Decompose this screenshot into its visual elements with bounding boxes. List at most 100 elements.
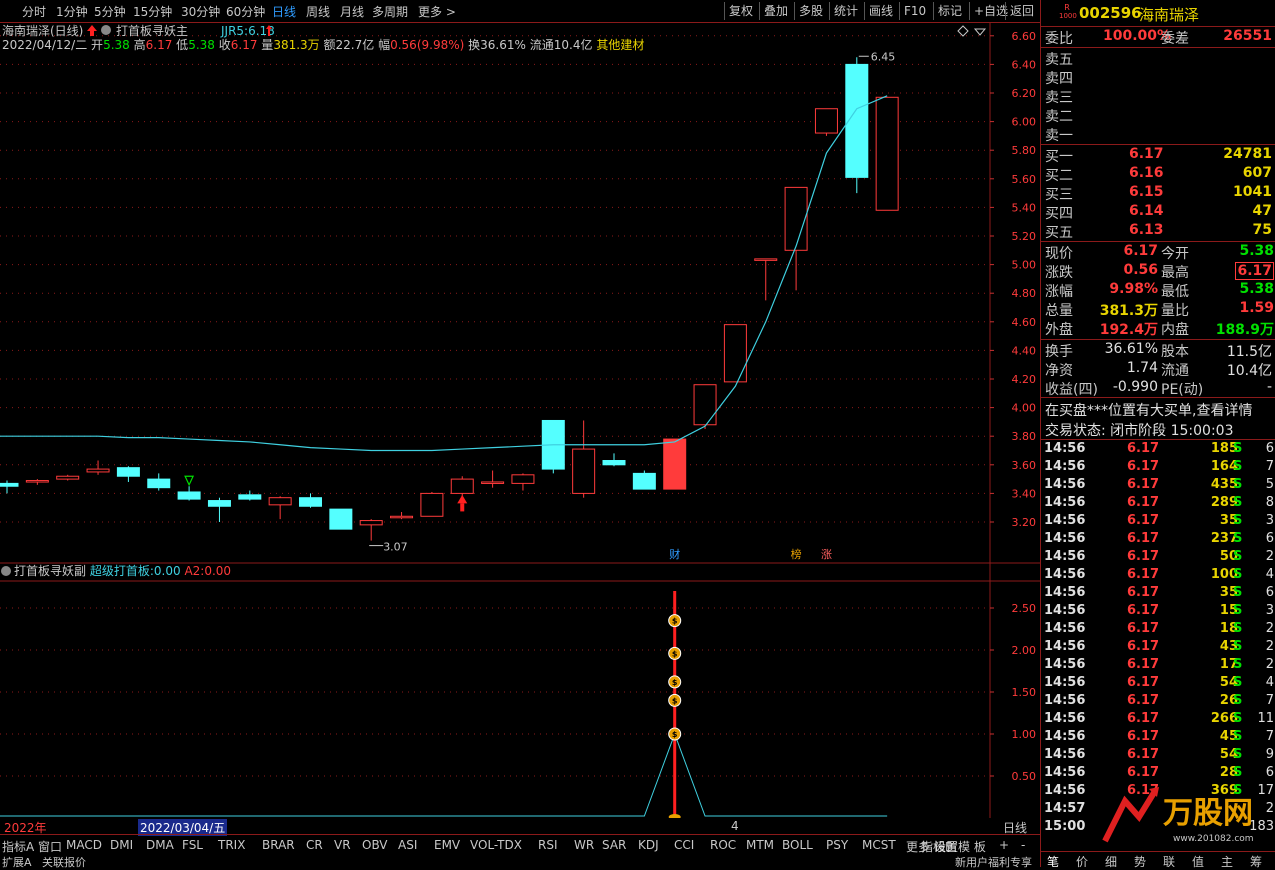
- detail-tab-6[interactable]: 主: [1221, 853, 1233, 870]
- detail-tab-0[interactable]: 笔: [1047, 853, 1059, 870]
- indicator-tab-5[interactable]: FSL: [182, 838, 203, 852]
- indicator-tab-17[interactable]: KDJ: [638, 838, 659, 852]
- bid-row-3[interactable]: 买三 6.15 1041: [1041, 184, 1275, 203]
- candle-body[interactable]: [420, 492, 444, 517]
- indicator-tab-8[interactable]: CR: [306, 838, 323, 852]
- candle-body[interactable]: [207, 500, 231, 507]
- candle-body[interactable]: [25, 480, 49, 483]
- settings-dot-icon[interactable]: [101, 25, 111, 35]
- period-tab-4[interactable]: 30分钟: [181, 3, 220, 20]
- toolbar-button-0[interactable]: 复权: [724, 2, 757, 20]
- detail-tab-3[interactable]: 势: [1134, 853, 1146, 870]
- sub-settings-icon[interactable]: [1, 566, 11, 576]
- candle-body[interactable]: [754, 258, 778, 261]
- indicator-tab-11[interactable]: ASI: [398, 838, 417, 852]
- candle-body[interactable]: [450, 478, 474, 494]
- candle-body[interactable]: [329, 508, 353, 530]
- period-tab-10[interactable]: 更多 >: [418, 3, 456, 20]
- period-tab-0[interactable]: 分时: [22, 3, 46, 20]
- ask-row-5[interactable]: 卖五: [1041, 49, 1275, 68]
- candle-body[interactable]: [238, 494, 262, 500]
- bid-row-1[interactable]: 买一 6.17 24781: [1041, 146, 1275, 165]
- candle-body[interactable]: [177, 491, 201, 500]
- candle-body[interactable]: [602, 460, 626, 466]
- period-tab-6[interactable]: 日线: [272, 3, 296, 20]
- indicator-tab-12[interactable]: EMV: [434, 838, 460, 852]
- indicator-tab-1[interactable]: 窗口: [38, 838, 62, 855]
- ask-row-1[interactable]: 卖一: [1041, 125, 1275, 144]
- detail-tab-7[interactable]: 筹: [1250, 853, 1262, 870]
- indicator-tab-9[interactable]: VR: [334, 838, 351, 852]
- period-tab-1[interactable]: 1分钟: [56, 3, 88, 20]
- indicator-tab-23[interactable]: MCST: [862, 838, 896, 852]
- candle-body[interactable]: [693, 384, 717, 426]
- indicator-right-2[interactable]: +: [999, 838, 1009, 852]
- tag-zhang[interactable]: 涨: [821, 548, 832, 561]
- indicator-tab-6[interactable]: TRIX: [218, 838, 245, 852]
- detail-tab-2[interactable]: 细: [1105, 853, 1117, 870]
- candle-body[interactable]: [116, 467, 140, 477]
- ask-row-4[interactable]: 卖四: [1041, 68, 1275, 87]
- candle-body[interactable]: [632, 472, 656, 490]
- indicator-tab-21[interactable]: BOLL: [782, 838, 813, 852]
- period-tab-2[interactable]: 5分钟: [94, 3, 126, 20]
- indicator-tab-19[interactable]: ROC: [710, 838, 736, 852]
- indicator-tab-7[interactable]: BRAR: [262, 838, 295, 852]
- toolbar-button-6[interactable]: 标记: [933, 2, 966, 20]
- detail-tab-4[interactable]: 联: [1163, 853, 1175, 870]
- kline-chart[interactable]: 3.20 3.40 3.60 3.80 4.00 4.20 4.40 4.60 4.80 5.00…: [0, 23, 1040, 818]
- diamond-icon[interactable]: [957, 25, 969, 37]
- indicator-tab-2[interactable]: MACD: [66, 838, 102, 852]
- indicator-right-3[interactable]: -: [1021, 838, 1025, 852]
- toolbar-button-2[interactable]: 多股: [794, 2, 827, 20]
- candle-body[interactable]: [359, 520, 383, 526]
- candle-body[interactable]: [56, 475, 80, 480]
- period-tab-7[interactable]: 周线: [306, 3, 330, 20]
- candle-body[interactable]: [723, 324, 747, 383]
- candle-body[interactable]: [784, 186, 808, 251]
- candle-body[interactable]: [86, 468, 110, 473]
- triangle-down-icon[interactable]: [973, 28, 987, 36]
- indicator-right-0[interactable]: 指标B: [921, 838, 953, 855]
- tag-cai[interactable]: 财: [669, 547, 680, 561]
- toolbar-button-1[interactable]: 叠加: [759, 2, 792, 20]
- ask-row-2[interactable]: 卖二: [1041, 106, 1275, 125]
- indicator-tab-16[interactable]: SAR: [602, 838, 626, 852]
- related-quote-tab[interactable]: 关联报价: [42, 854, 86, 870]
- detail-tab-1[interactable]: 价: [1076, 853, 1088, 870]
- period-tab-8[interactable]: 月线: [340, 3, 364, 20]
- toolbar-button-5[interactable]: F10: [899, 2, 930, 20]
- period-tab-3[interactable]: 15分钟: [133, 3, 172, 20]
- detail-tab-5[interactable]: 值: [1192, 853, 1204, 870]
- bid-row-5[interactable]: 买五 6.13 75: [1041, 222, 1275, 241]
- indicator-tab-13[interactable]: VOL-TDX: [470, 838, 522, 852]
- indicator-tab-10[interactable]: OBV: [362, 838, 388, 852]
- toolbar-button-3[interactable]: 统计: [829, 2, 862, 20]
- toolbar-button-8[interactable]: 返回: [1005, 2, 1038, 20]
- candle-body[interactable]: [0, 482, 19, 487]
- candle-body[interactable]: [511, 474, 535, 484]
- indicator-tab-3[interactable]: DMI: [110, 838, 133, 852]
- indicator-tab-20[interactable]: MTM: [746, 838, 774, 852]
- candle-body[interactable]: [481, 481, 505, 484]
- indicator-tab-4[interactable]: DMA: [146, 838, 174, 852]
- indicator-right-1[interactable]: 模 板: [958, 838, 986, 855]
- indicator-tab-22[interactable]: PSY: [826, 838, 848, 852]
- indicator-tab-15[interactable]: WR: [574, 838, 594, 852]
- ext-a-tab[interactable]: 扩展A: [2, 854, 32, 870]
- period-tab-9[interactable]: 多周期: [372, 3, 408, 20]
- indicator-tab-0[interactable]: 指标A: [2, 838, 34, 855]
- promo-link[interactable]: 新用户福利专享: [955, 854, 1032, 870]
- tag-bang[interactable]: 榜: [791, 547, 802, 561]
- candle-body[interactable]: [875, 96, 899, 211]
- ask-row-3[interactable]: 卖三: [1041, 87, 1275, 106]
- big-order-notice[interactable]: 在买盘***位置有大买单,查看详情: [1041, 400, 1275, 419]
- bid-row-2[interactable]: 买二 6.16 607: [1041, 165, 1275, 184]
- candle-body[interactable]: [299, 497, 322, 507]
- candle-body[interactable]: [814, 108, 838, 134]
- period-tab-5[interactable]: 60分钟: [226, 3, 265, 20]
- bid-row-4[interactable]: 买四 6.14 47: [1041, 203, 1275, 222]
- candle-body[interactable]: [663, 438, 687, 490]
- candle-body[interactable]: [147, 478, 171, 489]
- toolbar-button-4[interactable]: 画线: [864, 2, 897, 20]
